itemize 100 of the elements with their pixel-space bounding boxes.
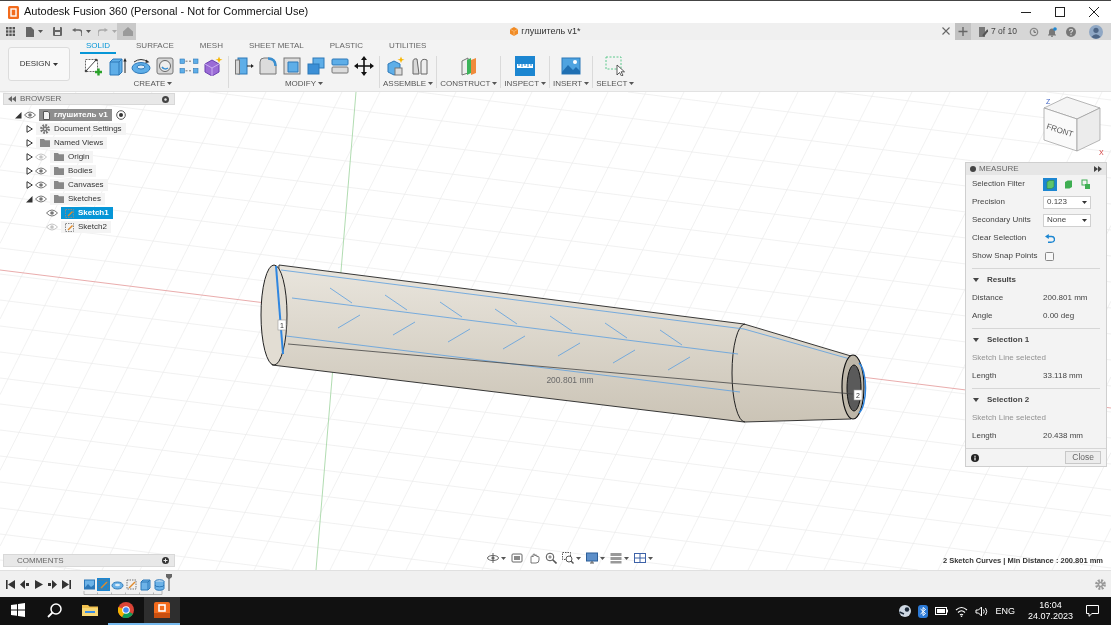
selection-box-icon[interactable] [605, 56, 626, 76]
image-icon[interactable] [83, 577, 96, 591]
monitor-icon[interactable] [586, 552, 598, 564]
save-icon[interactable] [53, 27, 62, 36]
speaker-icon[interactable] [975, 605, 989, 617]
bell-icon[interactable] [1047, 26, 1057, 37]
step-forward-icon[interactable] [48, 579, 57, 589]
tree-item[interactable]: Sketches [50, 193, 105, 205]
double-arrow-icon[interactable] [1094, 166, 1102, 172]
zoom-window-icon[interactable] [562, 552, 574, 564]
ruler-icon[interactable] [515, 56, 536, 76]
undo-arrow-icon[interactable] [1045, 233, 1055, 243]
playhead-icon[interactable] [166, 573, 172, 591]
expand-triangle-icon[interactable] [25, 181, 33, 189]
eye-icon[interactable] [24, 111, 36, 119]
app-grid-icon[interactable] [6, 27, 15, 36]
four-panes-icon[interactable] [634, 552, 646, 564]
step-back-icon[interactable] [20, 579, 29, 589]
dropdown-field[interactable]: None [1043, 213, 1091, 227]
circle-logo-icon[interactable] [118, 602, 134, 618]
expand-triangle-icon[interactable] [25, 125, 33, 133]
checkbox[interactable] [1045, 251, 1054, 261]
dropdown-field[interactable]: 0.123 [1043, 195, 1091, 209]
battery-icon[interactable] [935, 607, 949, 615]
play-icon[interactable] [34, 579, 43, 589]
help-icon[interactable] [1066, 26, 1076, 37]
image-icon[interactable] [561, 56, 582, 76]
tree-item[interactable]: Sketch2 [61, 221, 111, 233]
skip-end-icon[interactable] [62, 579, 71, 589]
skip-start-icon[interactable] [6, 579, 15, 589]
group-menu-button[interactable]: INSERT [553, 79, 590, 88]
expand-triangle-icon[interactable] [14, 111, 22, 119]
chat-bubble-icon[interactable] [1086, 605, 1099, 617]
eye-icon[interactable] [46, 209, 58, 217]
ribbon-tab[interactable]: MESH [193, 41, 229, 54]
plus-icon[interactable] [955, 23, 971, 40]
orbit-icon[interactable] [487, 552, 499, 564]
workspace-menu-button[interactable]: DESIGN [8, 47, 70, 81]
expand-triangle-icon[interactable] [25, 153, 33, 161]
shell-box-icon[interactable] [282, 56, 302, 76]
expand-triangle-icon[interactable] [25, 195, 33, 203]
clock-date[interactable]: 24.07.2023 [1027, 611, 1073, 622]
expand-triangle-icon[interactable] [25, 167, 33, 175]
tree-item[interactable]: Bodies [50, 165, 97, 177]
radio-target-icon[interactable] [115, 110, 126, 120]
linked-squares-icon[interactable] [1079, 177, 1093, 191]
job-status-link[interactable]: 7 of 10 [991, 26, 1017, 37]
hand-icon[interactable] [528, 552, 540, 564]
cube-star-icon[interactable] [203, 56, 223, 76]
collapse-triangle-icon[interactable] [973, 277, 979, 283]
cube-icon[interactable] [1043, 177, 1057, 191]
expand-triangle-icon[interactable] [25, 139, 33, 147]
info-icon[interactable] [971, 453, 979, 462]
start-icon[interactable] [11, 603, 25, 617]
document-pencil-icon[interactable] [979, 26, 988, 37]
file-icon[interactable] [26, 26, 34, 37]
push-face-icon[interactable] [234, 56, 254, 76]
ribbon-tab[interactable]: SHEET METAL [242, 41, 310, 54]
ribbon-tab[interactable]: SURFACE [130, 41, 180, 54]
cylinder-icon[interactable] [153, 577, 166, 591]
eye-icon[interactable] [35, 181, 47, 189]
round-logo-icon[interactable] [899, 605, 912, 617]
wifi-icon[interactable] [955, 605, 969, 617]
planes-icon[interactable] [458, 56, 479, 76]
combined-boxes-icon[interactable] [306, 56, 326, 76]
group-menu-button[interactable]: MODIFY [284, 79, 324, 88]
undo-icon[interactable] [72, 27, 82, 36]
sketch-plus-icon[interactable] [83, 56, 103, 76]
taskbar-button[interactable] [144, 597, 180, 625]
tree-item[interactable]: Canvases [50, 179, 108, 191]
document-tab[interactable]: глушитель v1* [521, 26, 581, 37]
eye-icon[interactable] [35, 195, 47, 203]
box-icon[interactable] [139, 577, 152, 591]
group-menu-button[interactable]: SELECT [596, 79, 635, 88]
rounded-corner-icon[interactable] [258, 56, 278, 76]
close-button[interactable]: Close [1065, 451, 1101, 464]
ring-icon[interactable] [131, 56, 151, 76]
group-menu-button[interactable]: CONSTRUCT [440, 79, 498, 88]
tree-item[interactable]: Document Settings [36, 123, 126, 135]
eye-icon[interactable] [35, 167, 47, 175]
ribbon-tab[interactable]: UTILITIES [383, 41, 433, 54]
app-tile-icon[interactable] [154, 602, 170, 618]
bluetooth-icon[interactable] [918, 604, 929, 618]
language-indicator[interactable]: ENG [995, 605, 1015, 617]
move-arrows-icon[interactable] [354, 56, 374, 76]
collapse-triangle-icon[interactable] [973, 337, 979, 343]
maximize-icon[interactable] [1055, 7, 1065, 17]
ring-icon[interactable] [162, 95, 169, 103]
folder-icon[interactable] [82, 602, 98, 618]
bars-icon[interactable] [610, 552, 622, 564]
ribbon-tab[interactable]: PLASTIC [323, 41, 370, 54]
tree-item[interactable]: Named Views [36, 137, 108, 149]
close-icon[interactable] [1089, 7, 1099, 17]
group-menu-button[interactable]: CREATE [133, 79, 173, 88]
collapse-triangle-icon[interactable] [973, 397, 979, 403]
box-arrow-icon[interactable] [107, 56, 127, 76]
double-arrow-icon[interactable] [8, 96, 16, 102]
pattern-icon[interactable] [179, 56, 199, 76]
add-circle-icon[interactable] [162, 557, 169, 564]
group-menu-button[interactable]: ASSEMBLE [383, 79, 434, 88]
